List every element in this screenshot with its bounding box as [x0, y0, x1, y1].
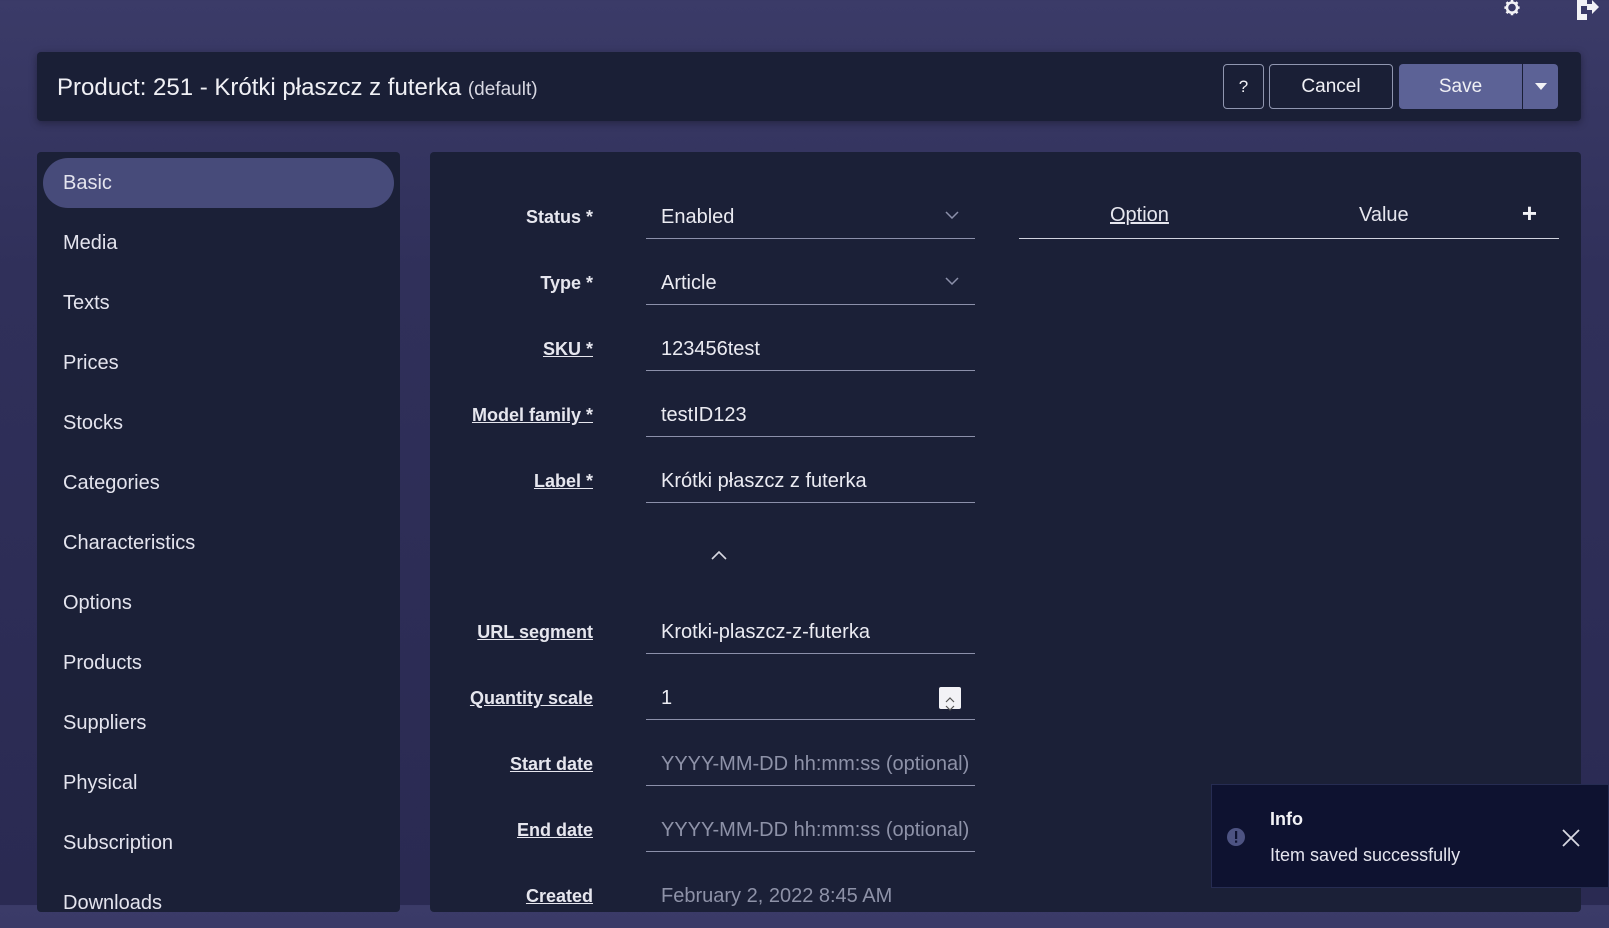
top-toolbar	[1499, 0, 1599, 22]
quantity-stepper[interactable]	[939, 687, 961, 711]
value-column-header: Value	[1359, 204, 1409, 226]
save-button[interactable]: Save	[1399, 64, 1522, 109]
sidebar-item-products[interactable]: Products	[43, 638, 394, 688]
option-column-header[interactable]: Option	[1110, 204, 1169, 227]
info-icon	[1227, 828, 1245, 846]
logout-icon[interactable]	[1575, 0, 1599, 22]
model-family-input[interactable]: testID123	[646, 393, 975, 437]
save-dropdown-button[interactable]	[1523, 64, 1558, 109]
sidebar-item-suppliers[interactable]: Suppliers	[43, 698, 394, 748]
label-input[interactable]: Krótki płaszcz z futerka	[646, 459, 975, 503]
sidebar-item-prices[interactable]: Prices	[43, 338, 394, 388]
sku-input[interactable]: 123456test	[646, 327, 975, 371]
product-scope: (default)	[467, 79, 538, 100]
sidebar-item-physical[interactable]: Physical	[43, 758, 394, 808]
type-select[interactable]: Article	[646, 261, 975, 305]
status-label: Status *	[525, 207, 593, 227]
status-value: Enabled	[661, 206, 735, 228]
type-value: Article	[661, 272, 717, 294]
sidebar-item-media[interactable]: Media	[43, 218, 394, 268]
sidebar-item-downloads[interactable]: Downloads	[43, 878, 394, 928]
page-header: Product: 251 - Krótki płaszcz z futerka …	[37, 52, 1581, 121]
sidebar-item-categories[interactable]: Categories	[43, 458, 394, 508]
status-select[interactable]: Enabled	[646, 195, 975, 239]
model-family-label: Model family *	[471, 405, 593, 425]
close-icon[interactable]	[1561, 828, 1581, 848]
quantity-scale-label: Quantity scale	[469, 688, 593, 708]
label-label: Label *	[533, 471, 593, 491]
options-table-header: Option Value +	[1019, 192, 1559, 239]
sidebar-item-subscription[interactable]: Subscription	[43, 818, 394, 868]
sku-label: SKU *	[542, 339, 593, 359]
sidebar-item-options[interactable]: Options	[43, 578, 394, 628]
start-date-input[interactable]: YYYY-MM-DD hh:mm:ss (optional)	[646, 742, 975, 786]
chevron-down-icon	[945, 277, 959, 285]
end-date-label: End date	[516, 820, 593, 840]
chevron-down-icon	[945, 211, 959, 219]
add-option-button[interactable]: +	[1522, 198, 1537, 229]
toast-message: Item saved successfully	[1270, 845, 1461, 865]
sidebar-item-stocks[interactable]: Stocks	[43, 398, 394, 448]
caret-down-icon	[1534, 82, 1547, 90]
gear-icon[interactable]	[1499, 0, 1525, 22]
created-value: February 2, 2022 8:45 AM	[661, 885, 893, 907]
start-date-label: Start date	[509, 754, 593, 774]
url-segment-label: URL segment	[477, 622, 593, 642]
url-segment-input[interactable]: Krotki-plaszcz-z-futerka	[646, 610, 975, 654]
sidebar-nav: Basic Media Texts Prices Stocks Categori…	[37, 152, 400, 914]
page-title: Product: 251 - Krótki płaszcz z futerka …	[57, 74, 538, 102]
cancel-button[interactable]: Cancel	[1269, 64, 1393, 109]
quantity-scale-value: 1	[661, 687, 673, 709]
product-title: Product: 251 - Krótki płaszcz z futerka	[57, 74, 462, 101]
chevron-up-icon[interactable]	[711, 550, 727, 560]
sidebar-item-characteristics[interactable]: Characteristics	[43, 518, 394, 568]
type-label: Type *	[540, 273, 593, 293]
quantity-scale-input[interactable]: 1	[646, 676, 975, 720]
sidebar-item-texts[interactable]: Texts	[43, 278, 394, 328]
end-date-input[interactable]: YYYY-MM-DD hh:mm:ss (optional)	[646, 808, 975, 852]
created-label: Created	[525, 886, 593, 906]
sidebar-item-basic[interactable]: Basic	[43, 158, 394, 208]
toast-title: Info	[1270, 809, 1303, 829]
info-toast: Info Item saved successfully	[1211, 784, 1609, 888]
help-button[interactable]: ?	[1223, 64, 1264, 109]
